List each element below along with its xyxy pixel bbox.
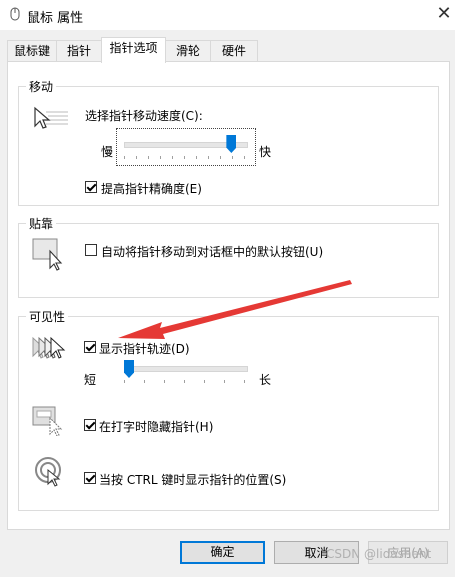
speed-tick bbox=[244, 156, 245, 159]
speed-label: 选择指针移动速度(C): bbox=[85, 109, 203, 123]
fast-label: 快 bbox=[259, 145, 272, 159]
visibility-legend: 可见性 bbox=[26, 308, 69, 325]
trails-tick bbox=[124, 380, 125, 383]
speed-tick bbox=[148, 156, 149, 159]
snap-button-icon bbox=[32, 237, 66, 274]
speed-tick bbox=[184, 156, 185, 159]
enhance-precision-label: 提高指针精确度(E) bbox=[101, 182, 202, 196]
pointer-trails-icon bbox=[31, 334, 71, 367]
hide-pointer-icon bbox=[32, 406, 66, 439]
snap-group bbox=[18, 223, 439, 298]
speed-tick bbox=[124, 156, 125, 159]
mouse-icon bbox=[8, 7, 22, 21]
pointer-trails-label: 显示指针轨迹(D) bbox=[99, 342, 190, 356]
speed-tick bbox=[220, 156, 221, 159]
long-label: 长 bbox=[259, 373, 272, 387]
ctrl-show-location-checkbox[interactable] bbox=[84, 472, 96, 484]
motion-legend: 移动 bbox=[26, 78, 57, 95]
pointer-trails-checkbox[interactable] bbox=[84, 341, 96, 353]
hide-while-typing-checkbox[interactable] bbox=[84, 419, 96, 431]
trails-tick bbox=[204, 380, 205, 383]
ctrl-locate-icon bbox=[34, 456, 68, 491]
ok-button[interactable]: 确定 bbox=[180, 541, 265, 564]
short-label: 短 bbox=[84, 373, 97, 387]
tab-buttons[interactable]: 鼠标键 bbox=[7, 40, 57, 62]
tab-pointers[interactable]: 指针 bbox=[56, 40, 102, 62]
speed-slider-ticks bbox=[124, 156, 248, 160]
snap-to-default-label: 自动将指针移动到对话框中的默认按钮(U) bbox=[101, 245, 324, 259]
enhance-precision-checkbox[interactable] bbox=[85, 181, 97, 193]
tab-hardware[interactable]: 硬件 bbox=[210, 40, 258, 62]
pointer-speed-icon bbox=[32, 106, 68, 135]
trails-slider-ticks bbox=[124, 380, 248, 384]
speed-tick bbox=[232, 156, 233, 159]
slow-label: 慢 bbox=[101, 145, 114, 159]
speed-tick bbox=[136, 156, 137, 159]
window-title: 鼠标 属性 bbox=[27, 11, 84, 26]
speed-tick bbox=[172, 156, 173, 159]
tab-pointer-options[interactable]: 指针选项 bbox=[101, 37, 166, 63]
speed-tick bbox=[208, 156, 209, 159]
close-button[interactable]: ✕ bbox=[434, 4, 454, 24]
watermark-text: CSDN @lidashent bbox=[326, 547, 432, 561]
tab-wheel[interactable]: 滑轮 bbox=[165, 40, 211, 62]
trails-slider-track[interactable] bbox=[124, 366, 248, 372]
snap-to-default-checkbox[interactable] bbox=[85, 244, 97, 256]
trails-tick bbox=[144, 380, 145, 383]
trails-tick bbox=[184, 380, 185, 383]
speed-tick bbox=[196, 156, 197, 159]
trails-tick bbox=[224, 380, 225, 383]
snap-legend: 贴靠 bbox=[26, 215, 57, 232]
trails-tick bbox=[244, 380, 245, 383]
ctrl-show-location-label: 当按 CTRL 键时显示指针的位置(S) bbox=[99, 473, 287, 487]
hide-while-typing-label: 在打字时隐藏指针(H) bbox=[99, 420, 214, 434]
trails-tick bbox=[164, 380, 165, 383]
speed-tick bbox=[160, 156, 161, 159]
